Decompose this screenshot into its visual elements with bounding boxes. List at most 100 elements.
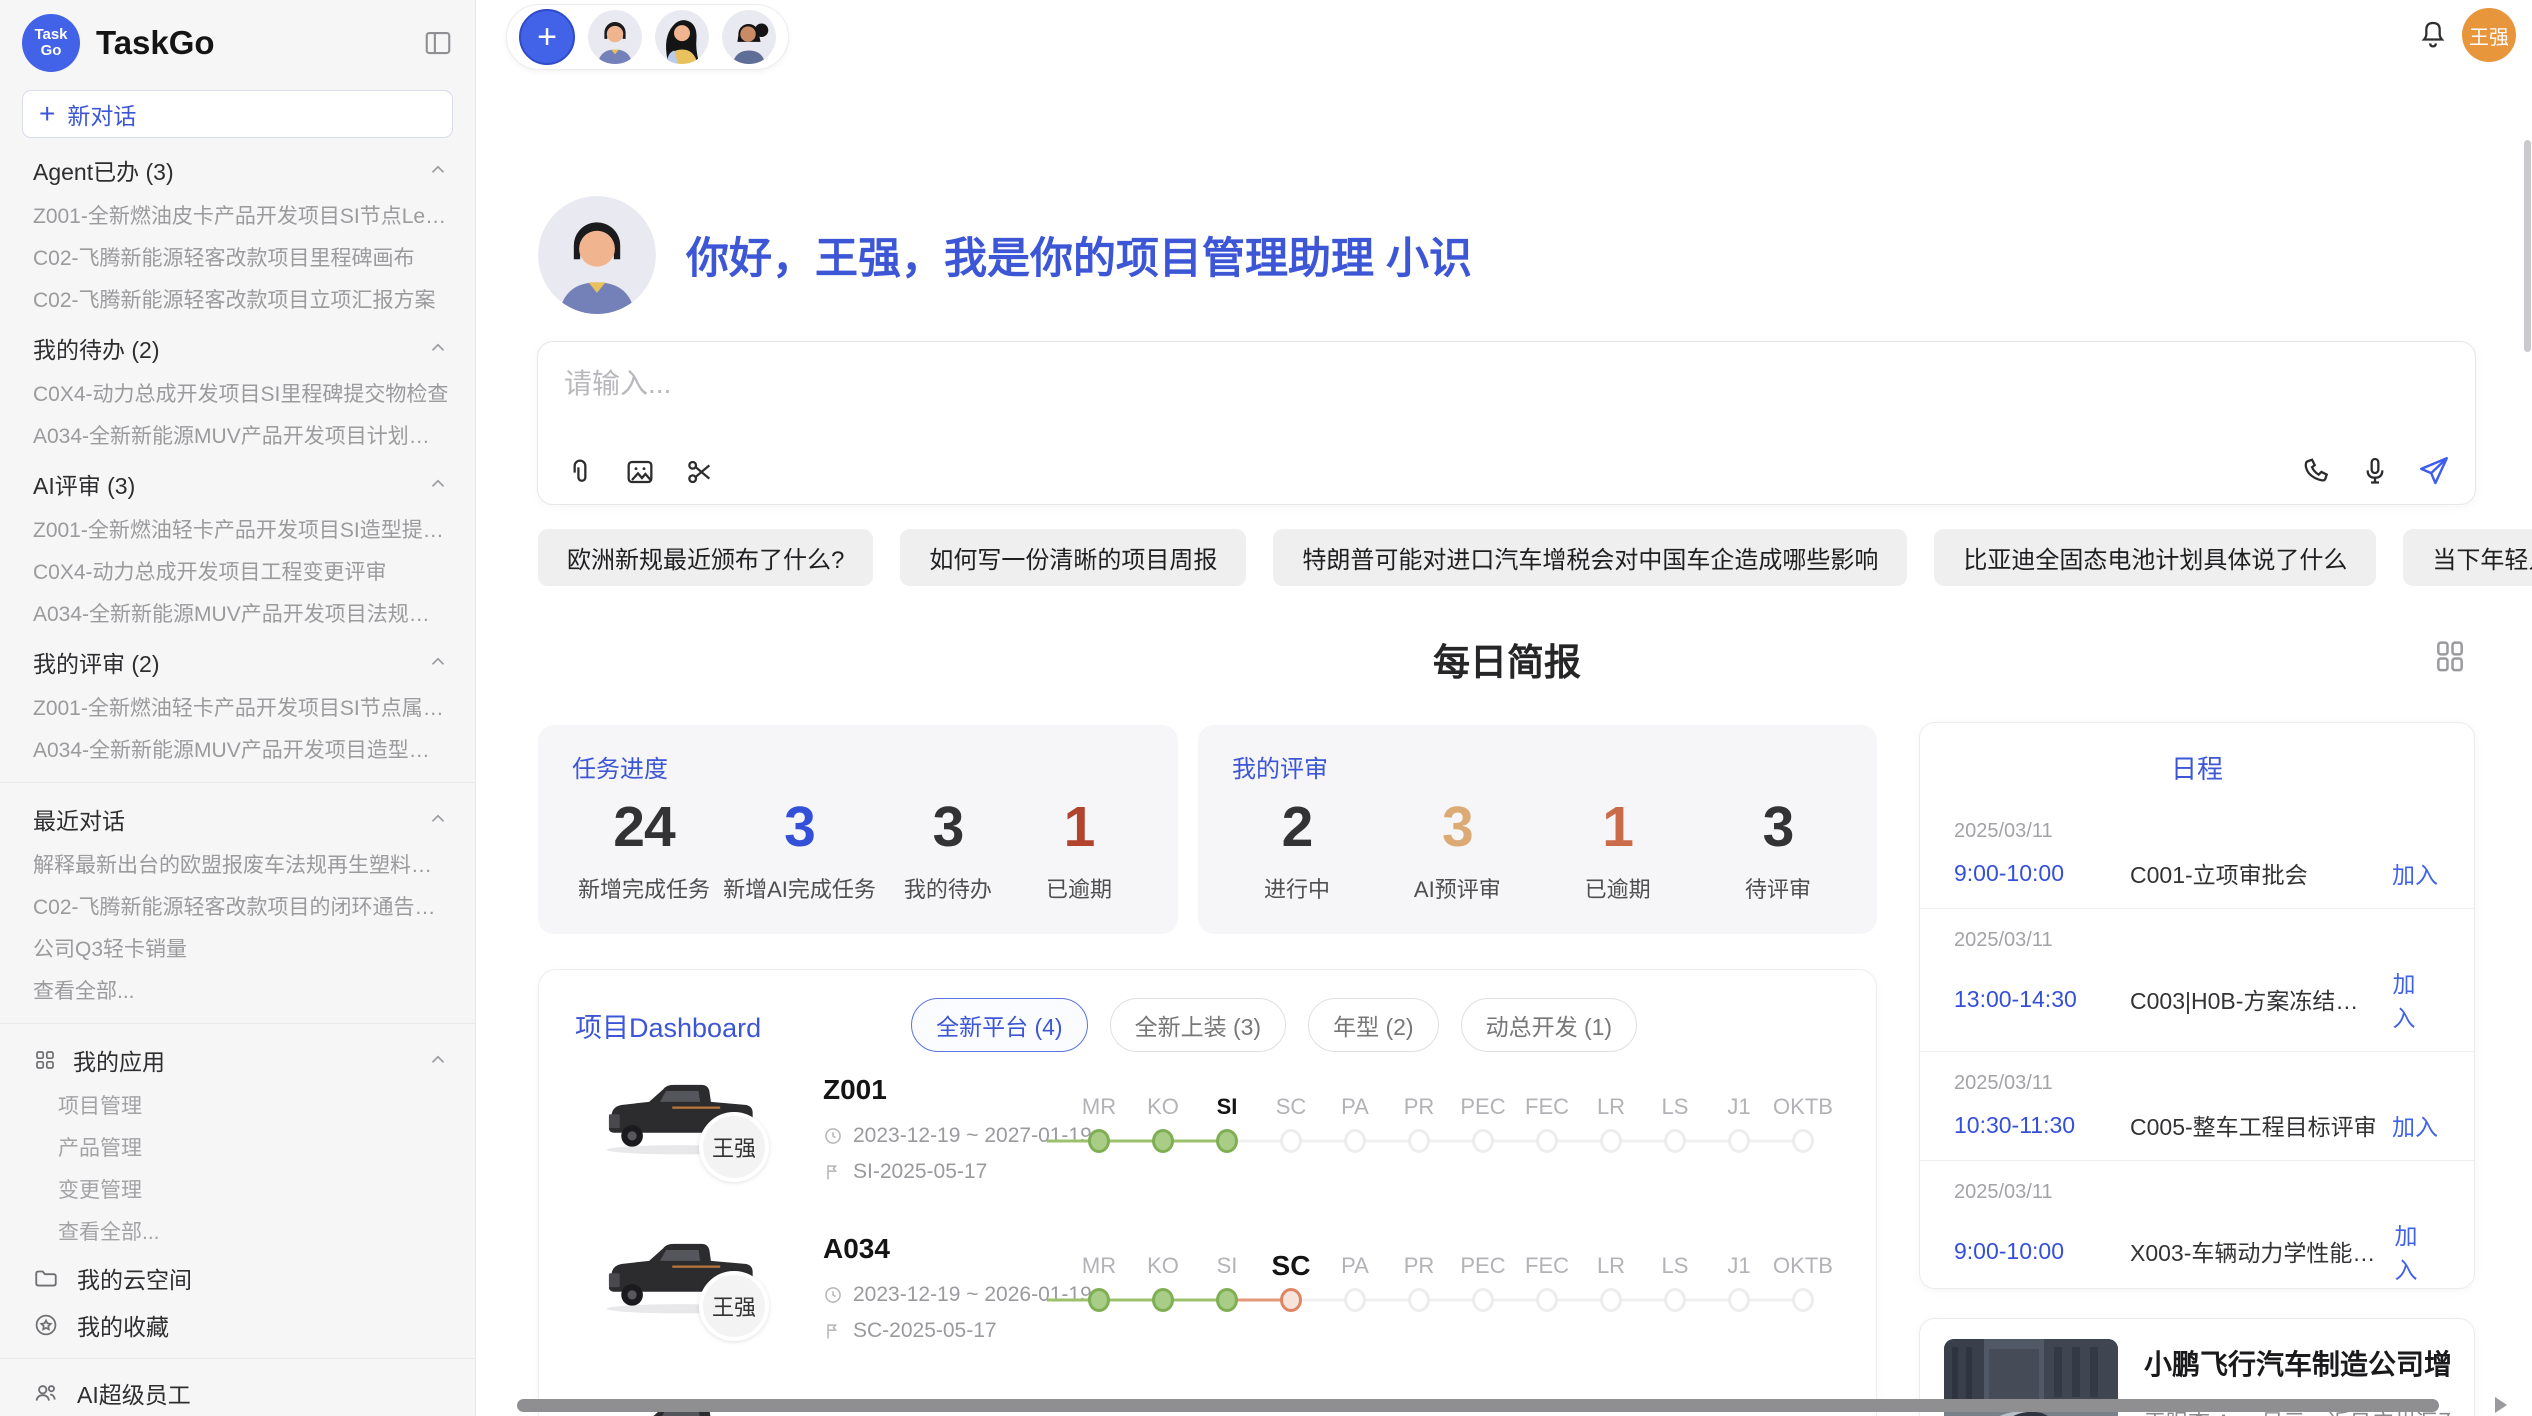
stat-overdue: 1已逾期: [1559, 794, 1677, 904]
filter-pill[interactable]: 动总开发 (1): [1461, 998, 1638, 1052]
app-item-product[interactable]: 产品管理: [0, 1128, 475, 1170]
milestone-dot: [1664, 1129, 1686, 1153]
section-agent-done[interactable]: Agent已办 (3): [0, 144, 475, 196]
list-item[interactable]: Z001-全新燃油轻卡产品开发项目SI造型提交物评审: [0, 510, 475, 552]
scroll-right-arrow[interactable]: [2495, 1397, 2507, 1413]
logo-line1: Task: [34, 27, 67, 43]
sidebar-header: Task Go TaskGo: [0, 0, 475, 74]
milestone-dot: [1344, 1288, 1366, 1312]
suggestion-chip[interactable]: 如何写一份清晰的项目周报: [900, 529, 1246, 586]
schedule-event: 2025/03/11 9:00-10:00 C001-立项审批会 加入: [1920, 800, 2474, 908]
app-item-change[interactable]: 变更管理: [0, 1170, 475, 1212]
list-item[interactable]: Z001-全新燃油轻卡产品开发项目SI节点属性5D文件评审: [0, 688, 475, 730]
join-link[interactable]: 加入: [2379, 965, 2438, 1033]
stat-pending: 3待评审: [1719, 794, 1837, 904]
stat-ai-done: 3新增AI完成任务: [723, 794, 876, 904]
project-milestone-tag: SC-2025-05-17: [853, 1319, 997, 1343]
new-chat-button[interactable]: + 新对话: [22, 90, 453, 138]
table-row[interactable]: 王强 A034 2023-12-19 ~ 2026-01-19 SC-2025-…: [539, 1225, 1876, 1384]
layout-grid-icon[interactable]: [2430, 636, 2470, 676]
user-avatar[interactable]: 王强: [2462, 8, 2516, 62]
task-progress-card: 任务进度 24新增完成任务 3新增AI完成任务 3我的待办 1已逾期: [538, 725, 1178, 934]
avatar[interactable]: [588, 10, 642, 64]
horizontal-scrollbar: [517, 1399, 2493, 1412]
collapse-sidebar-icon[interactable]: [423, 28, 453, 58]
list-item[interactable]: Z001-全新燃油皮卡产品开发项目SI节点Lesson Learn报告: [0, 196, 475, 238]
vertical-scrollbar-thumb[interactable]: [2524, 140, 2531, 352]
app-item-project[interactable]: 项目管理: [0, 1086, 475, 1128]
view-all-chats[interactable]: 查看全部...: [0, 971, 475, 1013]
sidebar: Task Go TaskGo + 新对话 Agent已办 (3) Z001-全新…: [0, 0, 476, 1416]
stat-new-done: 24新增完成任务: [578, 794, 710, 904]
milestone-dot: [1536, 1288, 1558, 1312]
filter-pill[interactable]: 全新上装 (3): [1110, 998, 1287, 1052]
add-contact-button[interactable]: +: [519, 9, 575, 65]
sidebar-item-cloud-space[interactable]: 我的云空间: [0, 1254, 475, 1301]
new-chat-label: 新对话: [67, 97, 136, 131]
list-item[interactable]: C0X4-动力总成开发项目SI里程碑提交物检查: [0, 374, 475, 416]
project-code: A034: [823, 1233, 890, 1265]
attachment-icon[interactable]: [564, 456, 596, 488]
notifications-bell-icon[interactable]: [2416, 18, 2450, 52]
milestone-dot: [1600, 1288, 1622, 1312]
horizontal-scrollbar-thumb[interactable]: [517, 1399, 2439, 1412]
screenshot-scissors-icon[interactable]: [684, 456, 716, 488]
stat-overdue: 1已逾期: [1020, 794, 1138, 904]
milestone-dot: [1408, 1129, 1430, 1153]
avatar[interactable]: [655, 10, 709, 64]
suggestion-chip[interactable]: 特朗普可能对进口汽车增税会对中国车企造成哪些影响: [1273, 529, 1907, 586]
divider: [0, 1358, 475, 1359]
sidebar-item-favorites[interactable]: 我的收藏: [0, 1301, 475, 1348]
event-name: X003-车辆动力学性能验...: [2130, 1234, 2380, 1268]
list-item[interactable]: A034-全新新能源MUV产品开发项目造型可行性评审: [0, 730, 475, 772]
list-item[interactable]: C02-飞腾新能源轻客改款项目的闭环通告反馈情况: [0, 887, 475, 929]
section-ai-review[interactable]: AI评审 (3): [0, 458, 475, 510]
event-time: 9:00-10:00: [1954, 1238, 2130, 1265]
filter-pill[interactable]: 全新平台 (4): [911, 998, 1088, 1052]
event-name: C003|H0B-方案冻结评审: [2130, 982, 2379, 1016]
microphone-icon[interactable]: [2359, 455, 2391, 487]
send-icon[interactable]: [2417, 454, 2451, 488]
dashboard-filters: 全新平台 (4) 全新上装 (3) 年型 (2) 动总开发 (1): [911, 998, 1637, 1052]
list-item[interactable]: A034-全新新能源MUV产品开发项目法规符合性评审: [0, 594, 475, 636]
project-dates: 2023-12-19 ~ 2027-01-19: [853, 1124, 1092, 1148]
view-all-apps[interactable]: 查看全部...: [0, 1212, 475, 1254]
milestone-dot: [1728, 1288, 1750, 1312]
join-link[interactable]: 加入: [2378, 856, 2438, 890]
chat-input[interactable]: [564, 362, 2164, 432]
filter-pill[interactable]: 年型 (2): [1308, 998, 1439, 1052]
suggestion-chip[interactable]: 欧洲新规最近颁布了什么?: [538, 529, 873, 586]
section-my-todo[interactable]: 我的待办 (2): [0, 322, 475, 374]
stat-my-todo: 3我的待办: [889, 794, 1007, 904]
suggestion-chip[interactable]: 当下年轻人对汽车外观有怎样的喜好趋势: [2403, 529, 2532, 586]
section-recent-chats[interactable]: 最近对话: [0, 793, 475, 845]
milestone-dot: [1600, 1129, 1622, 1153]
list-item[interactable]: C02-飞腾新能源轻客改款项目里程碑画布: [0, 238, 475, 280]
sidebar-item-ai-super-staff[interactable]: AI超级员工: [0, 1369, 475, 1416]
list-item[interactable]: A034-全新新能源MUV产品开发项目计划变更表编写: [0, 416, 475, 458]
table-row[interactable]: 王强 Z001 2023-12-19 ~ 2027-01-19 SI-2025-…: [539, 1066, 1876, 1225]
list-item[interactable]: C02-飞腾新能源轻客改款项目立项汇报方案: [0, 280, 475, 322]
milestone-dot: [1472, 1129, 1494, 1153]
greeting-text: 你好，王强，我是你的项目管理助理 小识: [686, 224, 1472, 286]
app-title: TaskGo: [96, 24, 423, 62]
event-date: 2025/03/11: [1954, 1181, 2438, 1204]
avatar[interactable]: [722, 10, 776, 64]
suggestion-chip[interactable]: 比亚迪全固态电池计划具体说了什么: [1934, 529, 2376, 586]
clock-icon: [823, 1285, 843, 1305]
voice-call-icon[interactable]: [2301, 455, 2333, 487]
chevron-up-icon: [427, 473, 449, 495]
event-name: C001-立项审批会: [2130, 856, 2308, 890]
section-my-review[interactable]: 我的评审 (2): [0, 636, 475, 688]
join-link[interactable]: 加入: [2378, 1108, 2438, 1142]
owner-badge: 王强: [699, 1271, 769, 1341]
join-link[interactable]: 加入: [2380, 1217, 2438, 1285]
list-item[interactable]: 公司Q3轻卡销量: [0, 929, 475, 971]
section-my-apps[interactable]: 我的应用: [0, 1034, 475, 1086]
chevron-up-icon: [427, 1049, 449, 1071]
milestone-dot: [1664, 1288, 1686, 1312]
list-item[interactable]: 解释最新出台的欧盟报废车法规再生塑料比例被调至15%...: [0, 845, 475, 887]
image-upload-icon[interactable]: [624, 456, 656, 488]
list-item[interactable]: C0X4-动力总成开发项目工程变更评审: [0, 552, 475, 594]
schedule-event: 2025/03/11 9:00-10:00 X003-车辆动力学性能验... 加…: [1920, 1160, 2474, 1289]
